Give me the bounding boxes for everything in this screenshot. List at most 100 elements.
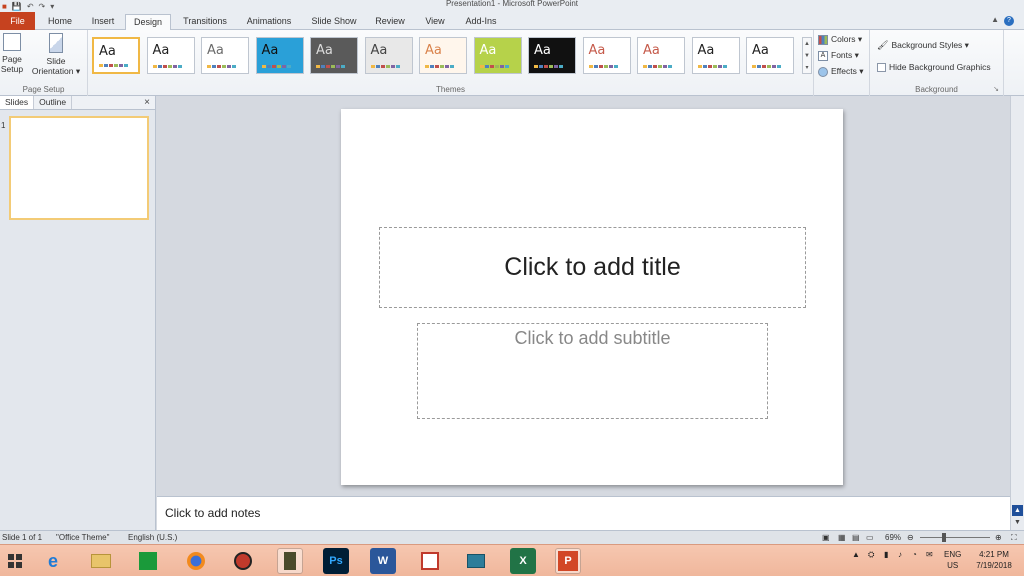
app-window-icon[interactable] [463,548,489,574]
scroll-up-icon[interactable]: ▲ [803,38,811,50]
next-slide-icon[interactable]: ▼ [1012,517,1023,528]
theme-color-swatches [697,65,727,68]
theme-concourse[interactable]: Aa [691,37,740,74]
app-icon[interactable] [230,548,256,574]
zoom-in-icon[interactable]: ⊕ [995,533,1002,542]
clock[interactable]: 4:21 PM 7/19/2018 [972,549,1016,571]
theme-apex[interactable]: Aa [255,37,304,74]
more-themes-icon[interactable]: ▾ [803,62,811,74]
theme-composite[interactable]: Aa [637,37,685,74]
theme-color-swatches [479,65,509,68]
tab-home[interactable]: Home [40,14,80,30]
fit-to-window-icon[interactable]: ⛶ [1011,533,1017,543]
internet-explorer-icon[interactable]: e [40,548,66,574]
status-bar: Slide 1 of 1 "Office Theme" English (U.S… [0,530,1024,544]
hide-background-graphics-checkbox[interactable]: Hide Background Graphics [877,62,991,72]
zoom-slider-thumb[interactable] [942,533,947,542]
tray-up-arrow-icon[interactable]: ▲ [852,549,860,560]
slide-count: Slide 1 of 1 [2,533,43,542]
notification-icon[interactable]: ✉ [926,549,933,560]
theme-preview-text: Aa [316,43,333,58]
tab-file[interactable]: File [0,12,35,30]
minimize-ribbon-icon[interactable]: ▲ [991,15,999,24]
fonts-button[interactable]: A Fonts ▾ [818,50,859,61]
effects-icon [818,66,828,77]
theme-apothecary[interactable]: Aa [310,37,358,74]
title-placeholder[interactable]: Click to add title [379,227,806,308]
tab-transitions[interactable]: Transitions [176,14,234,30]
battery-icon[interactable]: ▮ [884,549,888,560]
firefox-icon[interactable] [183,548,209,574]
vertical-scrollbar[interactable]: ▲ ▼ [1010,96,1024,530]
theme-black-tie[interactable]: Aa [473,37,522,74]
close-pane-icon[interactable]: × [144,96,155,109]
background-styles-button[interactable]: 🖌 Background Styles ▾ [877,40,969,51]
slides-pane: Slides Outline × 1 [0,96,156,530]
subtitle-placeholder[interactable]: Click to add subtitle [417,323,768,419]
start-icon[interactable] [2,548,28,574]
tab-slide-show[interactable]: Slide Show [305,14,363,30]
background-group: 🖌 Background Styles ▾ Hide Background Gr… [870,30,1004,96]
theme-angles[interactable]: Aa [201,37,249,74]
tab-view[interactable]: View [418,14,452,30]
zoom-slider[interactable] [920,537,990,538]
store-icon[interactable] [135,548,161,574]
slide-sorter-icon[interactable]: ▦ [838,533,846,542]
wifi-icon[interactable]: ◔ [912,549,917,560]
slide-orientation-icon [49,33,63,53]
slide-canvas[interactable]: Click to add title Click to add subtitle [341,109,843,485]
help-icon[interactable]: ? [1004,16,1014,26]
language-tray[interactable]: ENG US [944,549,961,571]
effects-button[interactable]: Effects ▾ [818,66,863,77]
notes-placeholder[interactable]: Click to add notes [165,506,260,520]
theme-austin[interactable]: Aa [419,37,467,74]
tab-insert[interactable]: Insert [84,14,122,30]
normal-view-icon[interactable]: ▣ [822,533,830,542]
notes-pane[interactable]: Click to add notes [157,496,1010,530]
theme-adjacency[interactable]: Aa [146,37,195,74]
windows-taskbar: e Ps W X P ▲ ⛭ ▮ ♪ ◔ ✉ ENG US 4:21 PM 7/… [0,544,1024,576]
theme-color-swatches [99,64,128,67]
prev-slide-icon[interactable]: ▲ [1012,505,1023,516]
volume-icon[interactable]: ♪ [898,549,902,560]
slide-thumbnail[interactable] [9,116,149,220]
tab-outline[interactable]: Outline [34,96,73,109]
theme-preview-text: Aa [370,43,388,58]
theme-preview-text: Aa [752,43,769,58]
theme-preview-text: Aa [534,43,551,58]
tab-design[interactable]: Design [125,14,171,31]
slide-workspace: Click to add title Click to add subtitle [157,96,1024,496]
tab-animations[interactable]: Animations [240,14,298,30]
slideshow-view-icon[interactable]: ▭ [866,533,874,542]
dialog-launcher-icon[interactable]: ↘ [993,85,999,93]
network-icon[interactable]: ⛭ [868,549,874,560]
zoom-level[interactable]: 69% [885,533,901,542]
theme-preview-text: Aa [479,43,497,58]
theme-clarity[interactable]: Aa [582,37,631,74]
theme-civic[interactable]: Aa [528,37,576,74]
theme-office[interactable]: Aa [92,37,140,74]
themes-group: Aa Aa Aa Aa Aa Aa Aa Aa Aa Aa Aa Aa Aa ▲ ▼ ▾ Themes [88,30,814,96]
page-setup-button[interactable]: Page Setup [0,33,26,74]
powerpoint-taskbar-icon[interactable]: P [555,548,581,574]
excel-icon[interactable]: X [510,548,536,574]
slide-orientation-button[interactable]: Slide Orientation ▾ [28,33,84,76]
tab-slides[interactable]: Slides [0,96,35,109]
scroll-down-icon[interactable]: ▼ [803,50,811,62]
theme-aspect[interactable]: Aa [364,37,413,74]
themes-gallery-scroll[interactable]: ▲ ▼ ▾ [802,37,812,74]
colors-icon [818,34,828,45]
file-explorer-icon[interactable] [88,548,114,574]
zoom-out-icon[interactable]: ⊖ [907,533,914,542]
language-indicator[interactable]: English (U.S.) [128,533,177,542]
drawing-app-icon[interactable] [417,548,443,574]
theme-elemental[interactable]: Aa [746,37,794,74]
word-icon[interactable]: W [370,548,396,574]
colors-button[interactable]: Colors ▾ [818,34,862,45]
app-shell-icon[interactable] [277,548,303,574]
reading-view-icon[interactable]: ▤ [852,533,860,542]
photoshop-icon[interactable]: Ps [323,548,349,574]
tab-review[interactable]: Review [368,14,412,30]
tab-add-ins[interactable]: Add-Ins [458,14,504,30]
theme-color-swatches [370,65,400,68]
